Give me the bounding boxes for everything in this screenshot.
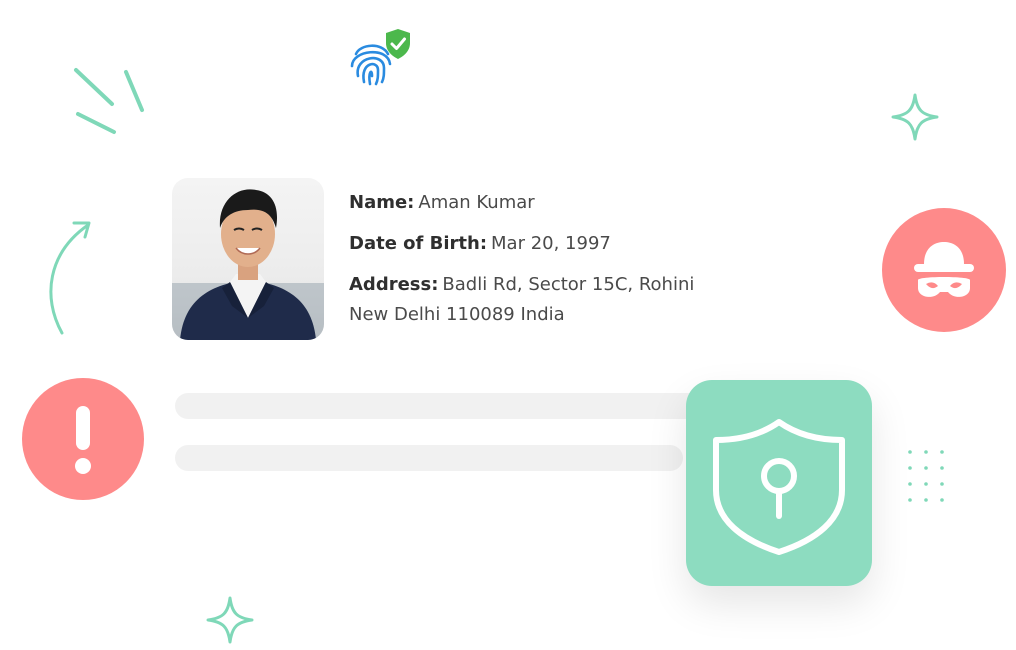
profile-photo: [172, 178, 324, 340]
dot-grid-decoration: [908, 450, 944, 502]
alert-icon: [75, 406, 91, 474]
placeholder-bar: [175, 393, 705, 419]
shield-lock-icon: [713, 419, 845, 555]
spy-icon: [914, 242, 974, 297]
sparkle-star-icon: [891, 93, 939, 141]
dob-row: Date of Birth: Mar 20, 1997: [349, 229, 729, 259]
verified-shield-icon: [386, 29, 410, 59]
dob-label: Date of Birth:: [349, 233, 488, 254]
name-row: Name: Aman Kumar: [349, 188, 729, 218]
sparkle-star-icon: [206, 596, 254, 644]
address-line-1: Badli Rd, Sector 15C, Rohini: [442, 274, 695, 295]
spy-badge: [882, 208, 1006, 332]
security-shield-tile: [686, 380, 872, 586]
curved-arrow-icon: [49, 221, 91, 335]
address-row: Address: Badli Rd, Sector 15C, Rohini New…: [349, 270, 729, 330]
profile-details: Name: Aman Kumar Date of Birth: Mar 20, 19…: [349, 188, 729, 341]
alert-badge: [22, 378, 144, 500]
placeholder-bar: [175, 445, 683, 471]
address-line-2: New Delhi 110089 India: [349, 304, 565, 325]
name-value: Aman Kumar: [418, 192, 535, 213]
address-label: Address:: [349, 274, 439, 295]
sparkle-lines-decoration: [74, 68, 144, 134]
name-label: Name:: [349, 192, 415, 213]
dob-value: Mar 20, 1997: [491, 233, 611, 254]
